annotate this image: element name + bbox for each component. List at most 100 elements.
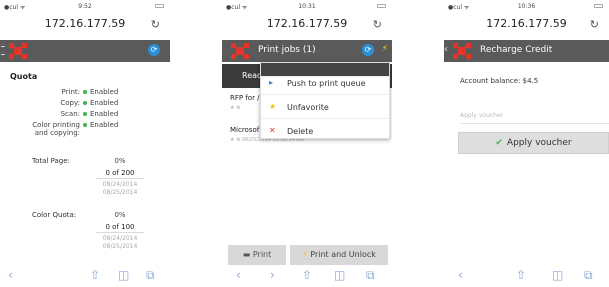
reload-icon[interactable]: ↻ (590, 18, 599, 31)
quota-count: 0 of 200 (105, 169, 135, 177)
back-icon[interactable]: ‹ (8, 268, 13, 282)
quota-screen: ●cul ᯤ 9:52 172.16.177.59 ↻ ⟳ Quota Prin… (0, 0, 170, 287)
battery-icon (155, 4, 164, 8)
sync-icon[interactable]: ⟳ (362, 44, 374, 56)
tabs-icon[interactable]: ⧉ (584, 268, 593, 283)
account-balance: Account balance: $4.5 (460, 77, 539, 85)
address-bar[interactable]: 172.16.177.59 ↻ (444, 14, 609, 34)
app-logo (9, 43, 27, 59)
bookmarks-icon[interactable]: ◫ (118, 268, 129, 282)
page-title: Recharge Credit (480, 45, 553, 55)
back-icon[interactable]: ‹ (236, 268, 241, 282)
check-icon: ✔ (495, 138, 503, 148)
forward-icon[interactable]: › (270, 268, 275, 282)
print-button-label: Print (252, 250, 272, 259)
feature-label: Scan: (60, 110, 80, 118)
page-title: Quota (10, 72, 38, 81)
job-action-menu: ▸ Push to print queue ★ Unfavorite ✕ Del… (260, 62, 390, 139)
menu-item-push[interactable]: ▸ Push to print queue (261, 71, 389, 95)
voucher-input[interactable] (460, 108, 609, 124)
back-arrow-icon[interactable]: ‹ (444, 44, 448, 55)
bookmarks-icon[interactable]: ◫ (334, 268, 345, 282)
menu-item-unfavorite[interactable]: ★ Unfavorite (261, 95, 389, 119)
quota-percent: 0% (114, 157, 126, 165)
app-header: ‹ Recharge Credit (444, 40, 609, 62)
print-and-unlock-button[interactable]: ⚡ Print and Unlock (290, 245, 388, 265)
status-time: 10:36 (517, 3, 536, 10)
feature-row-color: Color printing and copying: Enabled (0, 121, 170, 139)
page-title: Print jobs (1) (258, 45, 316, 55)
address-bar[interactable]: 172.16.177.59 ↻ (0, 14, 170, 34)
quota-date-to: 08/25/2014 (102, 243, 138, 250)
app-header: ⟳ (0, 40, 170, 62)
share-icon[interactable]: ⇧ (302, 268, 312, 282)
status-dot-icon (83, 90, 87, 94)
print-jobs-screen: ●cul ᯤ 10:31 172.16.177.59 ↻ Print jobs … (222, 0, 392, 287)
status-dot-icon (83, 101, 87, 105)
feature-value: Enabled (90, 99, 119, 107)
recharge-credit-screen: ●cul ᯤ 10:36 172.16.177.59 ↻ ‹ Recharge … (444, 0, 609, 287)
status-bar: ●cul ᯤ 10:31 (222, 0, 392, 12)
total-page-label: Total Page: (32, 157, 70, 165)
reload-icon[interactable]: ↻ (151, 18, 160, 31)
feature-value: Enabled (90, 88, 119, 96)
menu-item-label: Unfavorite (287, 103, 329, 112)
color-quota-label: Color Quota: (32, 211, 77, 219)
status-dot-icon (83, 123, 87, 127)
browser-toolbar: ‹ ⇧ ◫ ⧉ (444, 265, 609, 287)
status-time: 10:31 (298, 3, 316, 10)
menu-item-label: Delete (287, 127, 314, 136)
app-logo (453, 43, 471, 59)
print-button[interactable]: ▬ Print (228, 245, 286, 265)
apply-voucher-label: Apply voucher (506, 138, 572, 148)
status-bar: ●cul ᯤ 9:52 (0, 0, 170, 12)
lightning-icon[interactable]: ⚡ (382, 44, 388, 54)
share-icon[interactable]: ⇧ (90, 268, 100, 282)
bookmarks-icon[interactable]: ◫ (552, 268, 563, 282)
quota-date-from: 08/24/2014 (102, 235, 138, 242)
browser-toolbar: ‹ › ⇧ ◫ ⧉ (222, 265, 392, 287)
job-actions-bar: ▬ Print ⚡ Print and Unlock (228, 245, 388, 265)
quota-progress-bar (96, 232, 144, 233)
apply-voucher-button[interactable]: ✔ Apply voucher (458, 132, 609, 154)
quota-date-to: 08/25/2014 (102, 189, 138, 196)
reload-icon[interactable]: ↻ (373, 18, 382, 31)
feature-label: Copy: (60, 99, 80, 107)
sync-icon[interactable]: ⟳ (148, 44, 160, 56)
status-time: 9:52 (78, 3, 92, 10)
url-text: 172.16.177.59 (486, 17, 567, 30)
tabs-icon[interactable]: ⧉ (366, 268, 375, 283)
feature-label: Print: (61, 88, 80, 96)
back-icon[interactable]: ‹ (458, 268, 463, 282)
star-icon: ★ (269, 102, 277, 111)
menu-item-delete[interactable]: ✕ Delete (261, 119, 389, 143)
arrow-right-icon: ▸ (269, 78, 274, 87)
feature-row-print: Print: Enabled (0, 88, 170, 97)
feature-value: Enabled (90, 121, 119, 129)
menu-item-label: Push to print queue (287, 79, 366, 88)
print-and-unlock-label: Print and Unlock (310, 250, 376, 259)
app-header: Print jobs (1) ⟳ ⚡ (222, 40, 392, 62)
status-dot-icon (83, 112, 87, 116)
feature-row-copy: Copy: Enabled (0, 99, 170, 108)
status-bar: ●cul ᯤ 10:36 (444, 0, 609, 12)
quota-date-from: 08/24/2014 (102, 181, 138, 188)
feature-row-scan: Scan: Enabled (0, 110, 170, 119)
total-page-quota: 0% 0 of 200 08/24/2014 08/25/2014 (90, 157, 150, 197)
battery-icon (594, 4, 603, 8)
quota-percent: 0% (114, 211, 126, 219)
url-text: 172.16.177.59 (266, 17, 348, 30)
printer-icon: ▬ (242, 250, 253, 259)
feature-value: Enabled (90, 110, 119, 118)
url-text: 172.16.177.59 (44, 17, 126, 30)
quota-count: 0 of 100 (105, 223, 135, 231)
tabs-icon[interactable]: ⧉ (146, 268, 155, 283)
quota-progress-bar (96, 178, 144, 179)
menu-icon[interactable] (1, 46, 5, 55)
feature-label: Color printing and copying: (32, 121, 80, 137)
browser-toolbar: ‹ ⇧ ◫ ⧉ (0, 265, 170, 287)
app-logo (231, 43, 249, 59)
address-bar[interactable]: 172.16.177.59 ↻ (222, 14, 392, 34)
share-icon[interactable]: ⇧ (516, 268, 526, 282)
delete-icon: ✕ (269, 126, 276, 135)
